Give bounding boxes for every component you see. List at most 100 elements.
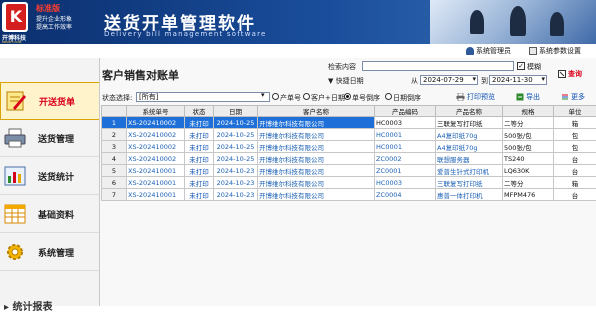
column-header[interactable]: 产品名称 [436,106,503,117]
sidebar-item-delivery-management[interactable]: 送货管理 [0,120,99,157]
table-cell-customer[interactable]: 开博维尔科技有限公司 [258,129,375,141]
table-cell-unit[interactable]: 台 [554,189,596,201]
table-cell-code[interactable]: HC0003 [375,177,436,189]
table-row[interactable]: 1XS-202410002未打印2024-10-25开博维尔科技有限公司HC00… [102,117,596,129]
table-cell-customer[interactable]: 开博维尔科技有限公司 [258,189,375,201]
admin-button[interactable]: 系统管理员 [466,45,511,57]
column-header[interactable]: 产品编码 [375,106,436,117]
table-cell-unit[interactable]: 台 [554,153,596,165]
table-cell-no[interactable]: 2 [102,129,127,141]
sort-radio-order-desc[interactable] [344,93,351,100]
table-cell-spec[interactable]: TS240 [503,153,554,165]
table-cell-unit[interactable]: 台 [554,165,596,177]
date-to-input[interactable]: 2024-11-30 [489,75,547,85]
table-cell-no[interactable]: 4 [102,153,127,165]
table-cell-customer[interactable]: 开博维尔科技有限公司 [258,177,375,189]
table-cell-order[interactable]: XS-202410002 [127,129,185,141]
table-cell-date[interactable]: 2024-10-25 [214,153,258,165]
table-row[interactable]: 5XS-202410001未打印2024-10-23开博维尔科技有限公司ZC00… [102,165,596,177]
table-row[interactable]: 7XS-202410001未打印2024-10-23开博维尔科技有限公司ZC00… [102,189,596,201]
table-cell-order[interactable]: XS-202410001 [127,177,185,189]
fuzzy-checkbox[interactable]: ✓ [517,62,525,70]
table-row[interactable]: 4XS-202410002未打印2024-10-25开博维尔科技有限公司ZC00… [102,153,596,165]
sidebar-item-delivery-statistics[interactable]: 送货统计 [0,158,99,195]
table-cell-code[interactable]: HC0001 [375,129,436,141]
export-button[interactable]: 导出 [516,92,540,102]
table-cell-date[interactable]: 2024-10-25 [214,117,258,129]
table-cell-name[interactable]: 惠普一体打印机 [436,189,503,201]
column-header[interactable]: 状态 [185,106,214,117]
column-header[interactable]: 日期 [214,106,258,117]
table-cell-customer[interactable]: 开博维尔科技有限公司 [258,153,375,165]
table-cell-date[interactable]: 2024-10-25 [214,141,258,153]
sort-radio-order-no[interactable] [272,93,279,100]
table-cell-no[interactable]: 6 [102,177,127,189]
table-cell-code[interactable]: HC0001 [375,141,436,153]
table-row[interactable]: 6XS-202410001未打印2024-10-23开博维尔科技有限公司HC00… [102,177,596,189]
settings-button[interactable]: 系统参数设置 [529,45,581,57]
table-cell-name[interactable]: 三联复写打印纸 [436,117,503,129]
date-shortcut-toggle[interactable]: ▼ 快捷日期 [328,76,364,86]
table-cell-order[interactable]: XS-202410002 [127,153,185,165]
table-cell-spec[interactable]: 二等分 [503,117,554,129]
table-cell-name[interactable]: A4复印纸70g [436,129,503,141]
table-cell-date[interactable]: 2024-10-23 [214,177,258,189]
table-cell-order[interactable]: XS-202410001 [127,189,185,201]
table-cell-order[interactable]: XS-202410002 [127,117,185,129]
table-cell-status[interactable]: 未打印 [185,189,214,201]
table-cell-unit[interactable]: 箱 [554,177,596,189]
table-cell-customer[interactable]: 开博维尔科技有限公司 [258,117,375,129]
search-input[interactable] [362,61,514,71]
column-header[interactable]: 系统单号 [127,106,185,117]
table-cell-customer[interactable]: 开博维尔科技有限公司 [258,141,375,153]
date-from-input[interactable]: 2024-07-29 [420,75,478,85]
table-cell-order[interactable]: XS-202410001 [127,165,185,177]
column-header[interactable]: 单位 [554,106,596,117]
sidebar-item-new-order[interactable]: 开送货单 [0,82,101,120]
table-cell-spec[interactable]: 500张/包 [503,141,554,153]
column-header[interactable] [102,106,127,117]
sidebar-item-system-management[interactable]: 系统管理 [0,234,99,271]
table-cell-no[interactable]: 5 [102,165,127,177]
table-cell-no[interactable]: 7 [102,189,127,201]
table-cell-spec[interactable]: LQ630K [503,165,554,177]
table-cell-spec[interactable]: 500张/包 [503,129,554,141]
table-cell-unit[interactable]: 包 [554,141,596,153]
print-preview-button[interactable]: 打印预览 [456,92,495,102]
table-cell-date[interactable]: 2024-10-23 [214,165,258,177]
table-cell-status[interactable]: 未打印 [185,177,214,189]
column-header[interactable]: 规格 [503,106,554,117]
table-cell-spec[interactable]: 二等分 [503,177,554,189]
table-cell-unit[interactable]: 包 [554,129,596,141]
table-cell-name[interactable]: 三联复写打印纸 [436,177,503,189]
table-cell-code[interactable]: ZC0001 [375,165,436,177]
table-cell-code[interactable]: ZC0004 [375,189,436,201]
table-cell-date[interactable]: 2024-10-23 [214,189,258,201]
column-header[interactable]: 客户名称 [258,106,375,117]
table-cell-status[interactable]: 未打印 [185,117,214,129]
table-cell-date[interactable]: 2024-10-25 [214,129,258,141]
status-select[interactable]: [所有] [136,92,270,102]
table-cell-status[interactable]: 未打印 [185,165,214,177]
sort-radio-customer-date[interactable] [303,93,310,100]
table-cell-order[interactable]: XS-202410002 [127,141,185,153]
table-cell-name[interactable]: 爱普生针式打印机 [436,165,503,177]
more-button[interactable]: 更多 [561,92,585,102]
sort-radio-date-desc[interactable] [385,93,392,100]
table-cell-name[interactable]: A4复印纸70g [436,141,503,153]
table-cell-status[interactable]: 未打印 [185,153,214,165]
table-cell-spec[interactable]: MFPM476 [503,189,554,201]
table-row[interactable]: 3XS-202410002未打印2024-10-25开博维尔科技有限公司HC00… [102,141,596,153]
query-button[interactable]: 查询 [558,69,582,79]
table-cell-status[interactable]: 未打印 [185,141,214,153]
table-row[interactable]: 2XS-202410002未打印2024-10-25开博维尔科技有限公司HC00… [102,129,596,141]
table-cell-no[interactable]: 1 [102,117,127,129]
table-cell-code[interactable]: ZC0002 [375,153,436,165]
table-cell-status[interactable]: 未打印 [185,129,214,141]
sidebar-item-basic-data[interactable]: 基础资料 [0,196,99,233]
table-cell-unit[interactable]: 箱 [554,117,596,129]
table-cell-customer[interactable]: 开博维尔科技有限公司 [258,165,375,177]
table-cell-code[interactable]: HC0003 [375,117,436,129]
table-cell-name[interactable]: 联想服务器 [436,153,503,165]
table-cell-no[interactable]: 3 [102,141,127,153]
